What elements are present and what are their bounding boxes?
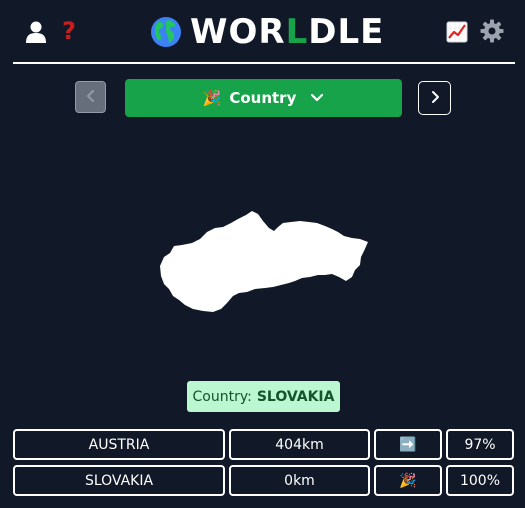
next-button[interactable] <box>418 81 451 115</box>
prev-button[interactable] <box>75 81 106 113</box>
guess-row: AUSTRIA 404km ➡️ 97% <box>0 429 525 460</box>
guess-country-cell: AUSTRIA <box>13 429 225 460</box>
guess-country-cell: SLOVAKIA <box>13 465 225 496</box>
user-icon[interactable] <box>24 19 48 45</box>
answer-value: SLOVAKIA <box>256 388 335 405</box>
guess-row: SLOVAKIA 0km 🎉 100% <box>0 465 525 496</box>
title-text: WORLDLE <box>190 12 385 52</box>
mode-select-button[interactable]: 🎉 Country <box>125 79 402 117</box>
mode-label: Country <box>229 89 297 107</box>
stats-icon[interactable] <box>445 20 469 44</box>
app-title: WORLDLE <box>150 8 384 56</box>
party-icon: 🎉 <box>374 465 442 496</box>
answer-badge: Country: SLOVAKIA <box>187 381 340 412</box>
header-divider <box>13 62 515 64</box>
guess-distance-cell: 0km <box>229 465 370 496</box>
chevron-down-icon <box>310 93 324 103</box>
globe-icon <box>150 16 182 48</box>
party-icon: 🎉 <box>202 89 222 107</box>
guess-proximity-cell: 100% <box>446 465 514 496</box>
mode-nav: 🎉 Country <box>0 79 525 117</box>
help-icon[interactable]: ? <box>58 16 80 46</box>
chevron-right-icon <box>430 89 440 108</box>
chevron-left-icon <box>86 88 96 107</box>
guess-distance-cell: 404km <box>229 429 370 460</box>
direction-arrow-icon: ➡️ <box>374 429 442 460</box>
gear-icon[interactable] <box>480 18 504 44</box>
header-bar: ? WORLDLE <box>0 0 525 62</box>
answer-prefix: Country: <box>192 388 252 405</box>
country-silhouette <box>155 205 371 317</box>
guess-proximity-cell: 97% <box>446 429 514 460</box>
